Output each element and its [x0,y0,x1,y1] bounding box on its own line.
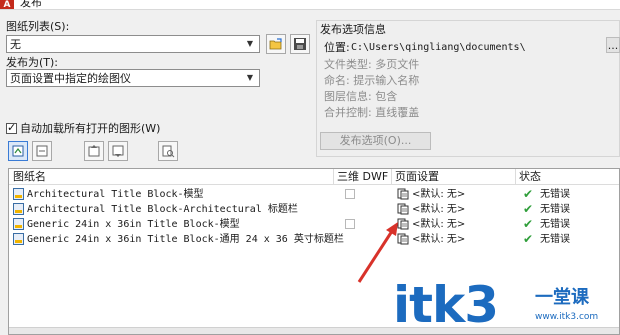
sheet-list-combo[interactable]: 无 ▼ [6,35,260,53]
page-setup-value[interactable]: <默认: 无> [412,218,465,231]
publish-to-combo[interactable]: 页面设置中指定的绘图仪 ▼ [6,69,260,87]
sheet-name: Generic 24in x 36in Title Block-模型 [27,219,240,230]
location-value: C:\Users\qingliang\documents\ [351,42,526,53]
layer-info: 图层信息: 包含 [324,90,398,103]
publish-options-heading: 发布选项信息 [320,23,386,36]
annotation-arrow [357,222,398,283]
location-label: 位置: [324,41,350,54]
chevron-down-icon: ▼ [246,39,254,48]
add-sheets-icon [12,145,24,157]
3d-dwf-checkbox[interactable] [345,189,355,199]
sheet-name: Generic 24in x 36in Title Block-通用 24 x … [27,234,344,245]
table-row[interactable]: Generic 24in x 36in Title Block-通用 24 x … [9,232,619,247]
status-value: 无错误 [540,219,570,230]
drawing-sheet-icon [13,218,24,230]
app-icon: A [0,0,14,9]
checkmark-icon: ✔ [523,187,534,201]
auto-load-checkbox[interactable] [6,121,17,134]
horizontal-scrollbar[interactable] [9,327,619,334]
drawing-sheet-icon [13,188,24,200]
status-value: 无错误 [540,204,570,215]
status-value: 无错误 [540,234,570,245]
add-sheets-button[interactable] [8,141,28,161]
watermark-chinese: 一堂课 [535,287,589,308]
page-setup-value[interactable]: <默认: 无> [412,233,465,246]
sheet-name: Architectural Title Block-Architectural … [27,204,298,215]
save-icon [294,38,306,50]
move-sheet-down-button[interactable] [108,141,128,161]
table-row[interactable]: Generic 24in x 36in Title Block-模型 <默认: 无… [9,217,619,232]
load-sheet-list-button[interactable] [266,34,286,54]
3d-dwf-checkbox[interactable] [345,219,355,229]
watermark-brand: itk3 [393,276,499,334]
checkmark-icon: ✔ [523,232,534,246]
browse-location-button[interactable]: ... [606,37,620,53]
table-header: 图纸名 三维 DWF 页面设置 状态 [9,169,619,185]
column-header-3d-dwf[interactable]: 三维 DWF [337,171,388,183]
publish-to-value: 页面设置中指定的绘图仪 [10,72,131,85]
preview-icon [162,145,175,158]
checkmark-icon: ✔ [523,217,534,231]
naming-info: 命名: 提示输入名称 [324,74,420,87]
sheet-list-value: 无 [10,38,21,51]
column-header-page-setup[interactable]: 页面设置 [395,171,439,183]
page-setup-icon [397,188,409,200]
move-down-icon [112,145,124,157]
publish-to-label: 发布为(T): [6,56,59,69]
drawing-sheet-icon [13,203,24,215]
status-value: 无错误 [540,189,570,200]
file-type-info: 文件类型: 多页文件 [324,58,420,71]
preview-button[interactable] [158,141,178,161]
move-up-icon [88,145,100,157]
page-setup-icon [397,203,409,215]
page-setup-value[interactable]: <默认: 无> [412,203,465,216]
drawing-sheet-icon [13,233,24,245]
folder-open-icon [269,38,282,50]
column-header-sheet-name[interactable]: 图纸名 [13,171,46,183]
merge-control-info: 合并控制: 直线覆盖 [324,106,420,119]
table-row[interactable]: Architectural Title Block-Architectural … [9,202,619,217]
remove-sheets-button[interactable] [32,141,52,161]
checkmark-icon: ✔ [523,202,534,216]
table-row[interactable]: Architectural Title Block-模型 <默认: 无> ✔ 无错误 [9,187,619,202]
title-bar: A 发布 [0,0,620,10]
window-title: 发布 [20,0,42,9]
publish-options-button[interactable]: 发布选项(O)... [320,132,431,150]
sheets-table: 图纸名 三维 DWF 页面设置 状态 Architectural Title B… [8,168,620,335]
remove-sheets-icon [36,145,48,157]
sheet-list-label: 图纸列表(S): [6,20,70,33]
watermark-url: www.itk3.com [535,312,599,322]
sheet-name: Architectural Title Block-模型 [27,189,204,200]
move-sheet-up-button[interactable] [84,141,104,161]
column-header-status[interactable]: 状态 [519,171,541,183]
auto-load-label: 自动加载所有打开的图形(W) [20,122,161,135]
chevron-down-icon: ▼ [246,73,254,82]
page-setup-value[interactable]: <默认: 无> [412,188,465,201]
save-sheet-list-button[interactable] [290,34,310,54]
